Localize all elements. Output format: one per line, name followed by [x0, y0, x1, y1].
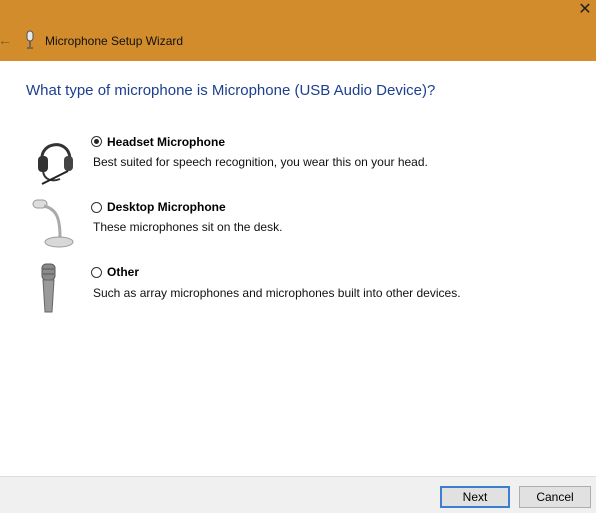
title-bar: ← Microphone Setup Wizard ✕ — [0, 0, 596, 61]
back-arrow-icon[interactable]: ← — [0, 32, 12, 48]
page-heading: What type of microphone is Microphone (U… — [26, 82, 436, 99]
window-title: Microphone Setup Wizard — [45, 34, 184, 48]
cancel-button[interactable]: Cancel — [519, 486, 591, 508]
microphone-app-icon — [26, 30, 34, 49]
headset-icon — [38, 143, 73, 185]
radio-headset[interactable] — [91, 136, 102, 147]
radio-desktop[interactable] — [91, 202, 102, 213]
handheld-microphone-icon — [41, 263, 56, 313]
option-description: These microphones sit on the desk. — [93, 220, 283, 234]
desktop-microphone-icon — [32, 199, 74, 248]
option-description: Best suited for speech recognition, you … — [93, 155, 428, 169]
footer-bar: Next Cancel — [0, 476, 596, 513]
option-label: Headset Microphone — [107, 135, 226, 149]
next-button[interactable]: Next — [440, 486, 510, 508]
option-label: Desktop Microphone — [107, 200, 226, 214]
option-description: Such as array microphones and microphone… — [93, 286, 461, 300]
option-label: Other — [107, 265, 140, 279]
close-icon[interactable]: ✕ — [576, 0, 594, 20]
radio-other[interactable] — [91, 267, 102, 278]
